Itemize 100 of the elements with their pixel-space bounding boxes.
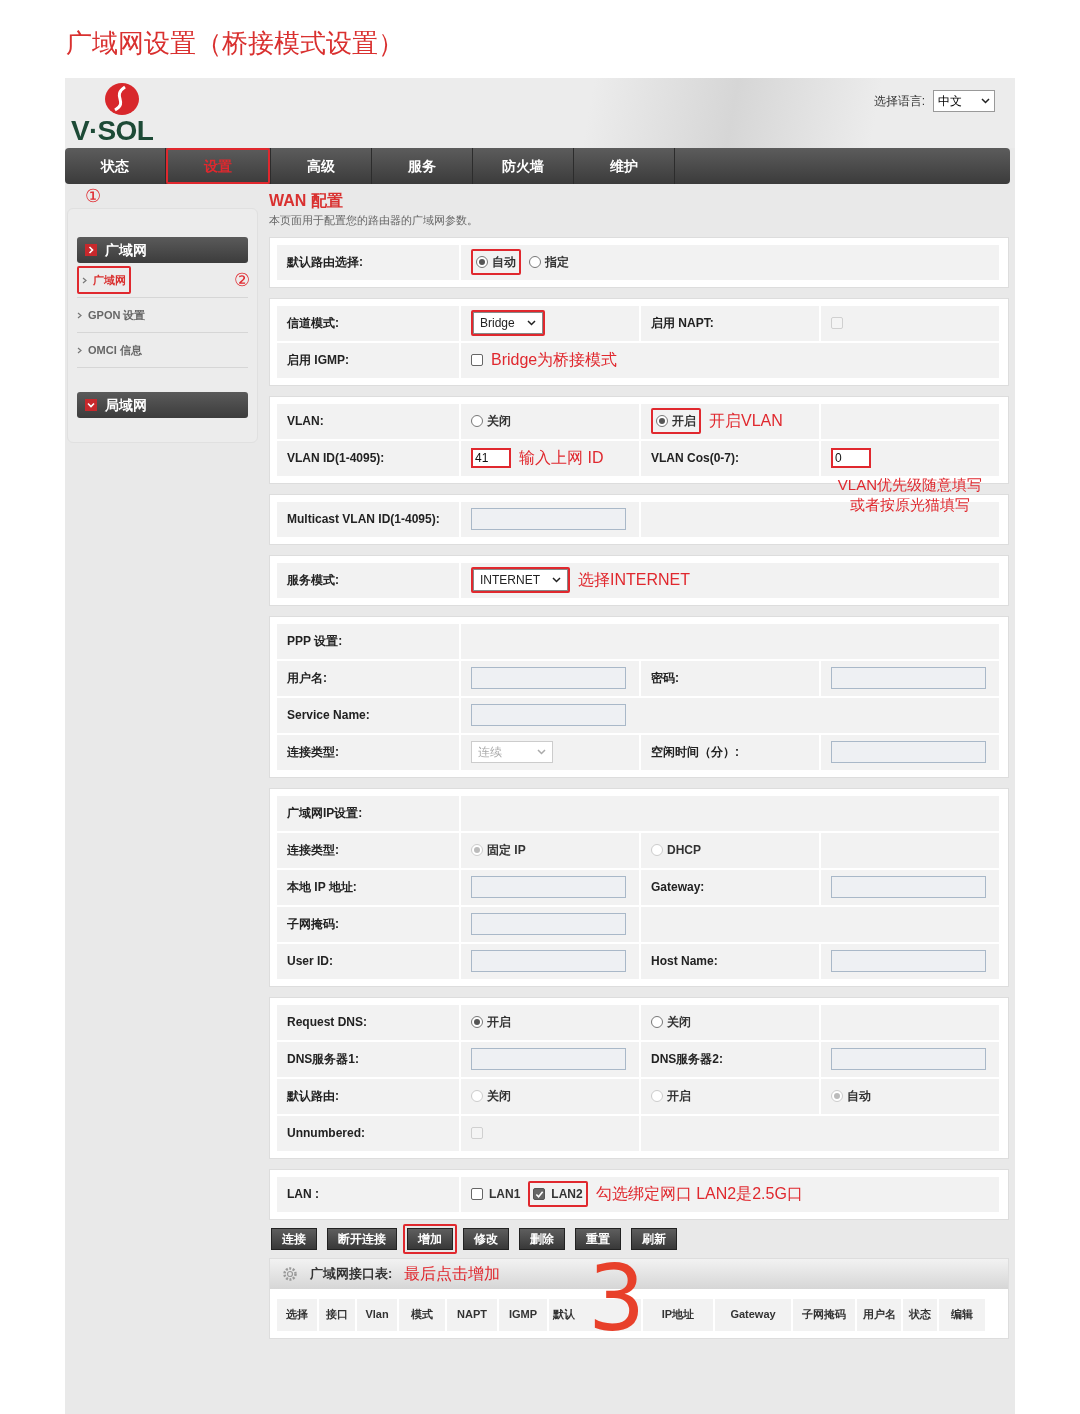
action-button[interactable]: 删除 bbox=[519, 1227, 565, 1250]
annotation-note: 开启VLAN bbox=[709, 411, 783, 431]
caret-icon bbox=[526, 320, 536, 326]
field-label: 空闲时间（分）: bbox=[651, 744, 739, 761]
field-label: 子网掩码: bbox=[287, 916, 339, 933]
caret-icon bbox=[537, 749, 546, 755]
radio-label: 指定 bbox=[545, 254, 569, 271]
input-field[interactable] bbox=[831, 1048, 986, 1070]
field-label: Host Name: bbox=[651, 953, 718, 970]
chevron-right-icon bbox=[77, 311, 82, 319]
column-header: 默认 bbox=[553, 1307, 575, 1323]
dropdown-select[interactable]: Bridge bbox=[473, 312, 543, 334]
column-header: 接口 bbox=[326, 1307, 348, 1323]
input-field[interactable] bbox=[471, 913, 626, 935]
input-field[interactable] bbox=[471, 667, 626, 689]
input-field[interactable] bbox=[471, 950, 626, 972]
action-button[interactable]: 修改 bbox=[463, 1227, 509, 1250]
column-header: 编辑 bbox=[951, 1307, 973, 1323]
action-button[interactable]: 重置 bbox=[575, 1227, 621, 1250]
page-description: 本页面用于配置您的路由器的广域网参数。 bbox=[269, 213, 479, 228]
field-label: 密码: bbox=[651, 670, 679, 687]
nav-tab[interactable]: 维护 bbox=[574, 150, 674, 182]
logo-wordmark: V·SOL bbox=[71, 116, 154, 146]
radio-button[interactable] bbox=[651, 1016, 663, 1028]
input-field[interactable] bbox=[831, 950, 986, 972]
annotation-note: 勾选绑定网口 LAN2是2.5G口 bbox=[595, 1184, 803, 1204]
sidebar-item[interactable]: OMCI 信息 bbox=[77, 341, 142, 359]
radio-button[interactable] bbox=[476, 256, 488, 268]
field-label: DNS服务器2: bbox=[651, 1051, 723, 1068]
radio-label: 开启 bbox=[487, 1014, 511, 1031]
field-label: VLAN: bbox=[287, 413, 324, 430]
language-select[interactable]: 中文 bbox=[933, 90, 995, 112]
nav-tab[interactable]: 服务 bbox=[372, 150, 472, 182]
nav-tab[interactable]: 高级 bbox=[271, 150, 371, 182]
field-label: 启用 IGMP: bbox=[287, 352, 349, 369]
radio-label: 关闭 bbox=[667, 1014, 691, 1031]
field-label: 服务模式: bbox=[287, 572, 339, 589]
field-label: PPP 设置: bbox=[287, 633, 343, 650]
chevron-down-icon bbox=[85, 399, 97, 411]
sidebar-group[interactable]: 广域网 bbox=[77, 237, 248, 263]
sidebar-item[interactable]: GPON 设置 bbox=[77, 306, 146, 324]
field-label: Gateway: bbox=[651, 879, 705, 896]
dropdown-select[interactable]: INTERNET bbox=[473, 569, 568, 591]
input-field[interactable] bbox=[471, 1048, 626, 1070]
column-header: IGMP bbox=[508, 1307, 538, 1323]
action-button[interactable]: 刷新 bbox=[631, 1227, 677, 1250]
field-label: 默认路由: bbox=[287, 1088, 339, 1105]
action-button[interactable]: 增加 bbox=[407, 1227, 453, 1250]
radio-label: 开启 bbox=[672, 413, 696, 430]
sidebar-group[interactable]: 局域网 bbox=[77, 392, 248, 418]
sidebar-item[interactable]: 广域网 bbox=[82, 271, 126, 289]
field-label: 连接类型: bbox=[287, 842, 339, 859]
chevron-right-icon bbox=[82, 276, 87, 284]
checkbox[interactable] bbox=[471, 354, 483, 366]
field-label: DNS服务器1: bbox=[287, 1051, 359, 1068]
annotation-note: Bridge为桥接模式 bbox=[491, 350, 618, 370]
chevron-right-icon bbox=[85, 244, 97, 256]
nav-tab[interactable]: 防火墙 bbox=[473, 150, 573, 182]
radio-button[interactable] bbox=[471, 415, 483, 427]
input-field[interactable] bbox=[471, 704, 626, 726]
section-heading: WAN 配置 bbox=[269, 191, 344, 211]
column-header: 状态 bbox=[909, 1307, 931, 1323]
input-field[interactable] bbox=[831, 667, 986, 689]
nav-tab[interactable]: 状态 bbox=[65, 150, 165, 182]
column-header: Gateway bbox=[730, 1307, 776, 1323]
action-button[interactable]: 断开连接 bbox=[327, 1227, 397, 1250]
step-marker: ① bbox=[85, 186, 102, 206]
column-header: NAPT bbox=[457, 1307, 487, 1323]
column-header: 用户名 bbox=[862, 1307, 896, 1323]
radio-label: 自动 bbox=[847, 1088, 871, 1105]
step-marker: ② bbox=[234, 268, 250, 292]
action-button[interactable]: 连接 bbox=[271, 1227, 317, 1250]
language-label: 选择语言: bbox=[873, 93, 925, 110]
column-header: IP地址 bbox=[661, 1307, 695, 1323]
field-label: 启用 NAPT: bbox=[651, 315, 714, 332]
field-label: 信道模式: bbox=[287, 315, 339, 332]
field-label: Request DNS: bbox=[287, 1014, 367, 1031]
input-field[interactable] bbox=[831, 876, 986, 898]
input-field[interactable] bbox=[831, 741, 986, 763]
input-field[interactable]: 0 bbox=[831, 448, 871, 468]
radio-label: 关闭 bbox=[487, 413, 511, 430]
field-label: LAN : bbox=[287, 1186, 319, 1203]
radio-button[interactable] bbox=[656, 415, 668, 427]
column-header: 选择 bbox=[286, 1307, 308, 1323]
checkbox[interactable] bbox=[471, 1188, 483, 1200]
input-field[interactable] bbox=[471, 508, 626, 530]
field-label: VLAN ID(1-4095): bbox=[287, 450, 385, 467]
page-title: 广域网设置（桥接模式设置） bbox=[65, 28, 405, 60]
radio-button[interactable] bbox=[471, 1016, 483, 1028]
annotation-note: VLAN优先级随意填写 或者按原光猫填写 bbox=[837, 474, 982, 515]
column-header: Vlan bbox=[365, 1307, 389, 1323]
caret-icon bbox=[552, 577, 561, 583]
input-field[interactable] bbox=[471, 876, 626, 898]
checkbox-label: LAN2 bbox=[551, 1186, 583, 1203]
step-marker: 3 bbox=[588, 1260, 646, 1337]
annotation-note: 选择INTERNET bbox=[578, 570, 690, 590]
input-field[interactable]: 41 bbox=[471, 448, 511, 468]
radio-label: DHCP bbox=[667, 842, 701, 859]
checkbox[interactable] bbox=[533, 1188, 546, 1200]
radio-button[interactable] bbox=[529, 256, 541, 268]
